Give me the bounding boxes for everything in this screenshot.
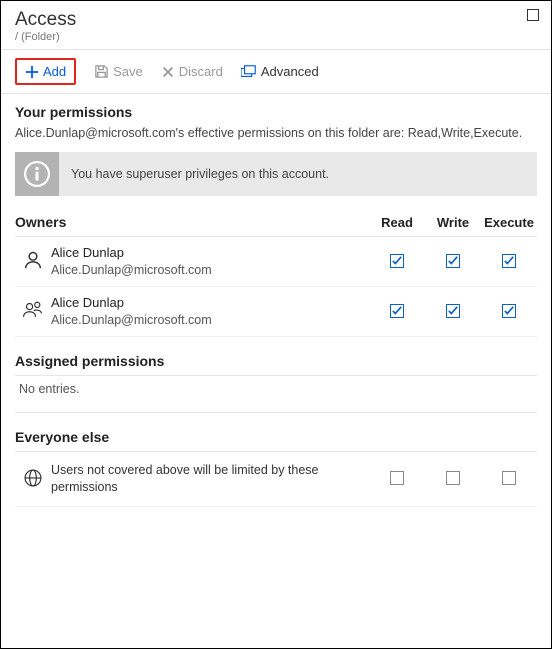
owner-name: Alice Dunlap: [51, 245, 369, 262]
user-icon: [22, 249, 44, 271]
write-checkbox[interactable]: [446, 254, 460, 268]
table-row: Alice Dunlap Alice.Dunlap@microsoft.com: [15, 237, 537, 287]
your-permissions-heading: Your permissions: [15, 104, 537, 120]
your-permissions-section: Your permissions Alice.Dunlap@microsoft.…: [1, 94, 551, 511]
panel-title: Access: [15, 9, 537, 31]
owners-table: Owners Read Write Execute Alice Dunlap A…: [15, 210, 537, 337]
info-icon: [15, 152, 59, 196]
panel-subtitle: / (Folder): [15, 31, 537, 43]
write-checkbox[interactable]: [446, 304, 460, 318]
owner-email: Alice.Dunlap@microsoft.com: [51, 312, 369, 328]
execute-checkbox[interactable]: [502, 254, 516, 268]
add-label: Add: [43, 64, 66, 79]
toolbar: Add Save Discard Advanced: [1, 50, 551, 94]
everyone-write-checkbox[interactable]: [446, 471, 460, 485]
save-icon: [94, 64, 109, 79]
read-checkbox[interactable]: [390, 254, 404, 268]
assigned-heading: Assigned permissions: [15, 337, 537, 376]
globe-icon: [23, 468, 43, 488]
everyone-label: Users not covered above will be limited …: [51, 462, 369, 496]
table-row: Alice Dunlap Alice.Dunlap@microsoft.com: [15, 287, 537, 337]
superuser-banner: You have superuser privileges on this ac…: [15, 152, 537, 196]
discard-label: Discard: [179, 64, 223, 79]
permissions-description: Alice.Dunlap@microsoft.com's effective p…: [15, 126, 537, 140]
panel-header: Access / (Folder): [1, 1, 551, 50]
everyone-row: Users not covered above will be limited …: [15, 452, 537, 507]
add-button[interactable]: Add: [15, 58, 76, 85]
owners-heading: Owners: [15, 210, 369, 237]
assigned-empty: No entries.: [15, 376, 537, 410]
col-write: Write: [425, 210, 481, 237]
everyone-heading: Everyone else: [15, 413, 537, 452]
advanced-button[interactable]: Advanced: [241, 64, 319, 79]
everyone-execute-checkbox[interactable]: [502, 471, 516, 485]
execute-checkbox[interactable]: [502, 304, 516, 318]
read-checkbox[interactable]: [390, 304, 404, 318]
owner-email: Alice.Dunlap@microsoft.com: [51, 262, 369, 278]
col-read: Read: [369, 210, 425, 237]
everyone-read-checkbox[interactable]: [390, 471, 404, 485]
save-button[interactable]: Save: [94, 64, 143, 79]
advanced-icon: [241, 65, 257, 79]
discard-button[interactable]: Discard: [161, 64, 223, 79]
advanced-label: Advanced: [261, 64, 319, 79]
banner-message: You have superuser privileges on this ac…: [59, 167, 341, 181]
group-icon: [21, 300, 45, 320]
col-execute: Execute: [481, 210, 537, 237]
access-panel: Access / (Folder) Add Save Discard Advan…: [0, 0, 552, 649]
plus-icon: [25, 65, 39, 79]
save-label: Save: [113, 64, 143, 79]
pin-checkbox[interactable]: [527, 9, 539, 21]
discard-icon: [161, 65, 175, 79]
owner-name: Alice Dunlap: [51, 295, 369, 312]
